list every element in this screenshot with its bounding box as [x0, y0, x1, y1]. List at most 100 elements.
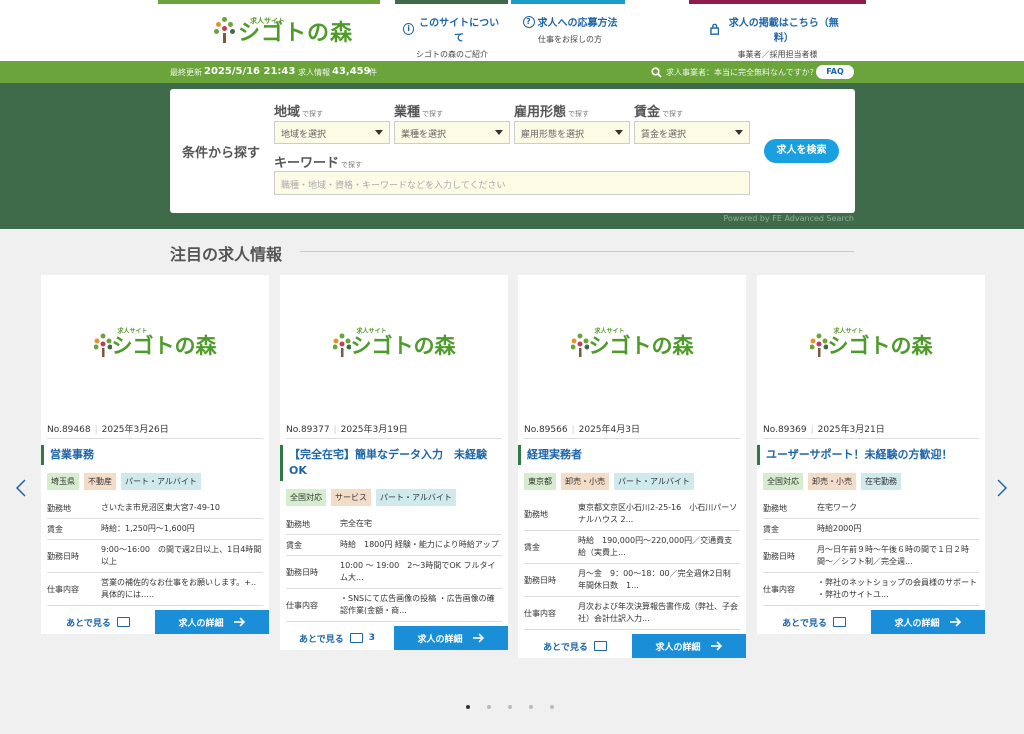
search-button[interactable]: 求人を検索: [764, 139, 839, 163]
job-tag: パート・アルバイト: [376, 489, 456, 506]
detail-row: 勤務地 さいたま市見沼区東大宮7-49-10: [47, 498, 263, 519]
tree-icon: [332, 333, 351, 357]
job-card[interactable]: 求人サイト シゴトの森 No.89468 | 2025年3月26日 営業事務 埼玉県 不動産パ…: [41, 275, 269, 634]
save-later-label: あとで見る: [782, 618, 827, 629]
job-title[interactable]: 【完全在宅】簡単なデータ入力 未経験OK: [280, 445, 502, 481]
job-title[interactable]: 営業事務: [41, 445, 263, 465]
detail-value: 在宅ワーク: [817, 503, 857, 512]
arrow-right-icon: [233, 617, 245, 627]
detail-key: 仕事内容: [524, 608, 556, 618]
topbar-segment-wine: [689, 0, 866, 4]
detail-row: 賃金 時給：1,250円〜1,600円: [47, 519, 263, 540]
detail-value: 完全在宅: [340, 519, 372, 528]
industry-select[interactable]: 業種を選択: [394, 121, 510, 144]
detail-row: 勤務地 東京都文京区小石川2-25-16 小石川パーソナルハウス 2...: [524, 498, 740, 531]
save-later-button[interactable]: あとで見る 3: [280, 626, 394, 650]
job-card[interactable]: 求人サイト シゴトの森 No.89369 | 2025年3月21日 ユーザーサポート！未経…: [757, 275, 985, 634]
detail-value: 月〜金 9：00〜18：00／完全週休2日制 年間休日数 1...: [578, 569, 739, 590]
job-tag: 卸売・小売: [808, 473, 856, 490]
job-card[interactable]: 求人サイト シゴトの森 No.89566 | 2025年4月3日 経理実務者 東京都 卸売・小…: [518, 275, 746, 658]
count-value: 43,459: [332, 66, 371, 77]
job-tag: 東京都: [524, 473, 556, 490]
logo-small-text: 求人サイト: [356, 328, 387, 335]
job-detail-button[interactable]: 求人の詳細: [632, 634, 746, 658]
powered-by: Powered by FE Advanced Search: [723, 214, 854, 223]
carousel-dot[interactable]: [508, 705, 512, 709]
tag-list: 東京都 卸売・小売 パート・アルバイト: [524, 473, 740, 490]
carousel-dot[interactable]: [466, 705, 470, 709]
tag-list: 全国対応 卸売・小売 在宅勤務: [763, 473, 979, 490]
job-detail-label: 求人の詳細: [417, 634, 463, 645]
help-icon: ?: [522, 15, 535, 28]
card-thumbnail: 求人サイト シゴトの森: [41, 275, 269, 415]
detail-value: 時給 190,000円〜220,000円／交通費支給（実費上...: [578, 536, 733, 557]
nav-about[interactable]: i このサイトについて シゴトの森のご紹介: [403, 14, 501, 60]
job-date: 2025年3月26日: [101, 425, 169, 435]
job-number: No.89566: [524, 425, 568, 435]
section-title: 注目の求人情報: [170, 245, 283, 264]
detail-row: 賃金 時給2000円: [763, 519, 979, 540]
site-logo[interactable]: 求人サイト シゴトの森: [214, 15, 353, 47]
faq-question[interactable]: 求人事業者：本当に完全無料なんですか？: [666, 67, 818, 78]
carousel-next-icon[interactable]: [995, 478, 1009, 498]
detail-key: 勤務日時: [524, 575, 556, 585]
job-title[interactable]: 経理実務者: [518, 445, 740, 465]
job-detail-label: 求人の詳細: [894, 618, 940, 629]
save-later-button[interactable]: あとで見る: [757, 610, 871, 634]
job-details: 勤務地 東京都文京区小石川2-25-16 小石川パーソナルハウス 2... 賃金 時給…: [524, 498, 740, 630]
faq-button[interactable]: FAQ: [816, 65, 854, 79]
detail-key: 賃金: [47, 524, 63, 534]
job-detail-button[interactable]: 求人の詳細: [155, 610, 269, 634]
detail-row: 勤務日時 9:00〜16:00 の間で週2日以上、1日4時間以上: [47, 540, 263, 573]
job-date: 2025年3月19日: [340, 425, 408, 435]
detail-row: 仕事内容 ・SNSにて広告画像の投稿 ・広告画像の確認作業(金額・商...: [286, 589, 502, 622]
site-logo-thumbnail: 求人サイト シゴトの森: [93, 328, 217, 360]
job-detail-button[interactable]: 求人の詳細: [871, 610, 985, 634]
search-area: 条件から探す 地域 で探す 業種 で探す 雇用形態 で探す 賃金 で探す 地域を選択 業…: [0, 83, 1024, 229]
detail-row: 勤務日時 月〜金 9：00〜18：00／完全週休2日制 年間休日数 1...: [524, 564, 740, 597]
keyword-label: キーワード で探す: [274, 156, 363, 171]
tree-icon: [214, 17, 236, 45]
card-meta: No.89377 | 2025年3月19日: [286, 415, 502, 439]
carousel-dot[interactable]: [550, 705, 554, 709]
topbar-segment-green: [158, 0, 380, 4]
carousel-prev-icon[interactable]: [14, 478, 28, 498]
detail-value: 9:00〜16:00 の間で週2日以上、1日4時間以上: [101, 545, 262, 566]
nav-about-sub: シゴトの森のご紹介: [416, 50, 488, 59]
job-title[interactable]: ユーザーサポート！未経験の方歓迎！: [757, 445, 979, 465]
card-footer: あとで見る 求人の詳細: [757, 610, 985, 634]
nav-post[interactable]: 求人の掲載はこちら（無料） 事業者／採用担当者様: [710, 14, 845, 60]
detail-value: ・弊社のネットショップの会員様のサポート ・弊社のサイトユ...: [817, 578, 977, 599]
wage-select[interactable]: 賃金を選択: [634, 121, 750, 144]
card-meta: No.89369 | 2025年3月21日: [763, 415, 979, 439]
job-card[interactable]: 求人サイト シゴトの森 No.89377 | 2025年3月19日 【完全在宅】簡単なデー…: [280, 275, 508, 650]
count-label: 求人情報: [298, 68, 330, 77]
keyword-input[interactable]: 職種・地域・資格・キーワードなどを入力してください: [274, 171, 750, 195]
card-footer: あとで見る 3 求人の詳細: [280, 626, 508, 650]
carousel-dot[interactable]: [487, 705, 491, 709]
job-tag: パート・アルバイト: [614, 473, 694, 490]
card-footer: あとで見る 求人の詳細: [41, 610, 269, 634]
filter-label-employment: 雇用形態 で探す: [514, 105, 590, 120]
save-later-button[interactable]: あとで見る: [41, 610, 155, 634]
detail-key: 勤務日時: [286, 567, 318, 577]
save-later-label: あとで見る: [543, 642, 588, 653]
job-date: 2025年4月3日: [578, 425, 640, 435]
job-detail-button[interactable]: 求人の詳細: [394, 626, 508, 650]
job-details: 勤務地 さいたま市見沼区東大宮7-49-10 賃金 時給：1,250円〜1,600円勤…: [47, 498, 263, 606]
logo-small-text: 求人サイト: [833, 328, 864, 335]
carousel-dot[interactable]: [529, 705, 533, 709]
save-later-button[interactable]: あとで見る: [518, 634, 632, 658]
detail-row: 勤務日時 10:00 〜 19:00 2〜3時間でOK フルタイム大...: [286, 556, 502, 589]
detail-value: 時給：1,250円〜1,600円: [101, 524, 195, 533]
employment-select[interactable]: 雇用形態を選択: [514, 121, 630, 144]
job-tag: 不動産: [84, 473, 116, 490]
save-later-label: あとで見る: [66, 618, 111, 629]
dropdown-arrow-icon: [495, 130, 503, 135]
search-icon: [651, 67, 662, 78]
region-select[interactable]: 地域を選択: [274, 121, 390, 144]
detail-key: 仕事内容: [763, 584, 795, 594]
nav-apply[interactable]: ? 求人への応募方法 仕事をお探しの方: [521, 14, 619, 45]
lock-icon: [710, 23, 720, 35]
arrow-right-icon: [472, 633, 484, 643]
